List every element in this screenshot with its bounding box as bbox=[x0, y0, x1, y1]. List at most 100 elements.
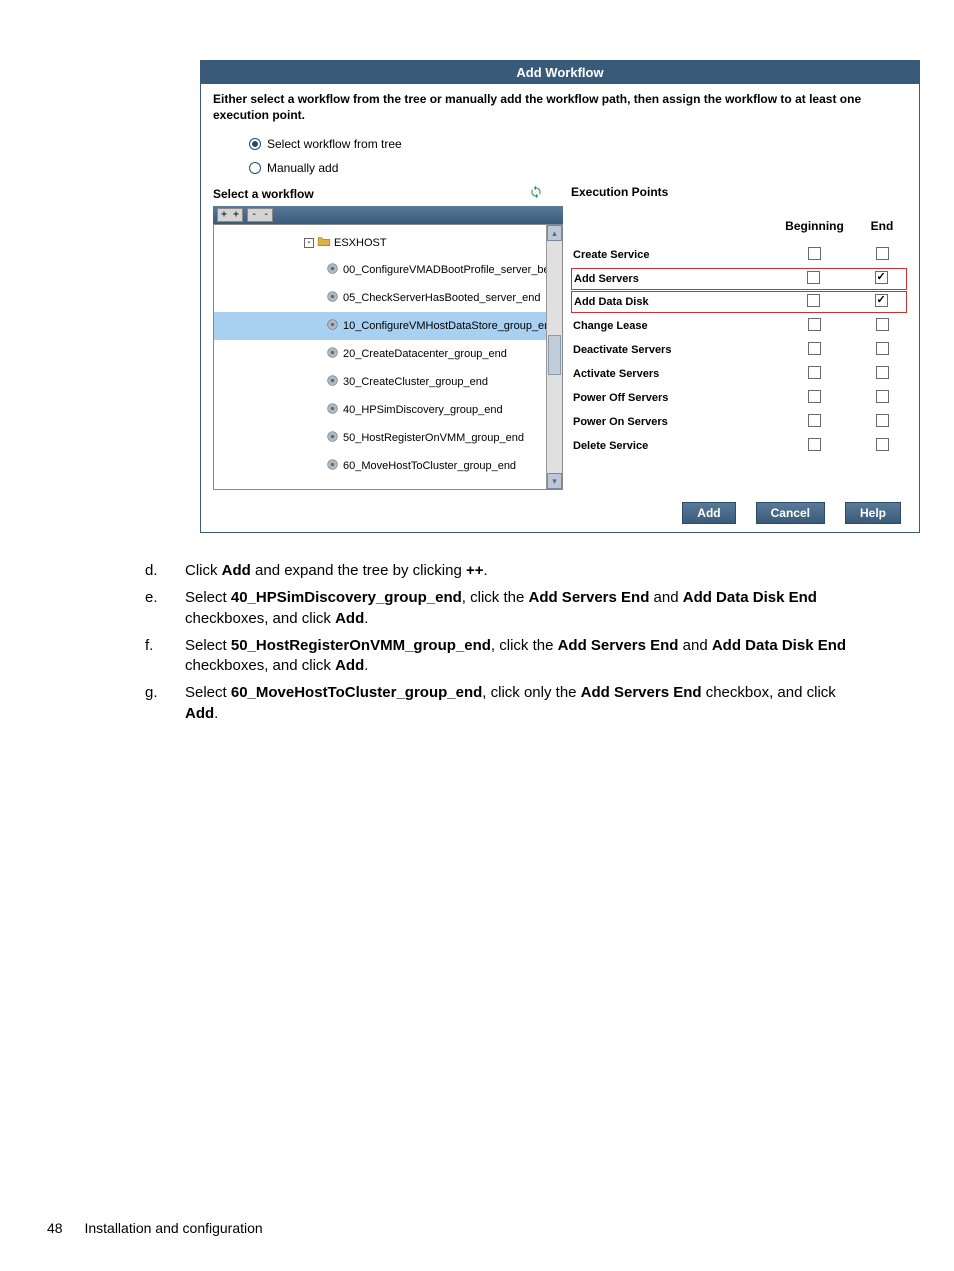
checkbox-beginning[interactable] bbox=[807, 271, 820, 284]
instruction-text: Select 40_HPSimDiscovery_group_end, clic… bbox=[185, 588, 909, 629]
page-section-title: Installation and configuration bbox=[84, 1220, 262, 1236]
exec-label: Create Service bbox=[571, 249, 772, 261]
checkbox-beginning[interactable] bbox=[808, 414, 821, 427]
scroll-down-icon[interactable]: ▾ bbox=[547, 473, 562, 489]
radio-icon bbox=[249, 138, 261, 150]
instruction-item: f.Select 50_HostRegisterOnVMM_group_end,… bbox=[145, 636, 909, 677]
cancel-button[interactable]: Cancel bbox=[756, 502, 825, 524]
col-end: End bbox=[857, 219, 907, 233]
gear-icon bbox=[326, 262, 343, 278]
exec-label: Power Off Servers bbox=[571, 392, 772, 404]
page-number: 48 bbox=[47, 1220, 63, 1236]
checkbox-end[interactable] bbox=[876, 414, 889, 427]
select-workflow-label: Select a workflow bbox=[213, 187, 314, 201]
instruction-item: g.Select 60_MoveHostToCluster_group_end,… bbox=[145, 683, 909, 724]
gear-icon bbox=[326, 402, 343, 418]
folder-icon bbox=[317, 235, 334, 250]
instruction-text: Select 50_HostRegisterOnVMM_group_end, c… bbox=[185, 636, 909, 677]
checkbox-beginning[interactable] bbox=[808, 247, 821, 260]
tree-node-label: 05_CheckServerHasBooted_server_end bbox=[343, 292, 541, 304]
checkbox-beginning[interactable] bbox=[808, 342, 821, 355]
checkbox-beginning[interactable] bbox=[807, 294, 820, 307]
gear-icon bbox=[326, 290, 343, 306]
execution-point-row: Delete Service bbox=[571, 434, 907, 458]
exec-label: Power On Servers bbox=[571, 416, 772, 428]
checkbox-end[interactable] bbox=[876, 342, 889, 355]
checkbox-end[interactable] bbox=[876, 318, 889, 331]
tree-node[interactable]: 50_HostRegisterOnVMM_group_end bbox=[214, 424, 546, 452]
expand-all-button[interactable]: + + bbox=[217, 208, 243, 222]
exec-label: Delete Service bbox=[571, 440, 772, 452]
exec-label: Activate Servers bbox=[571, 368, 772, 380]
tree-toolbar: + + - - bbox=[213, 206, 563, 224]
checkbox-end[interactable] bbox=[876, 438, 889, 451]
collapse-icon[interactable]: - bbox=[304, 238, 314, 248]
tree-node[interactable]: 60_MoveHostToCluster_group_end bbox=[214, 452, 546, 480]
radio-label: Manually add bbox=[267, 161, 338, 175]
tree-node[interactable]: 20_CreateDatacenter_group_end bbox=[214, 340, 546, 368]
instruction-text: Select 60_MoveHostToCluster_group_end, c… bbox=[185, 683, 909, 724]
checkbox-end[interactable] bbox=[875, 271, 888, 284]
tree-node[interactable]: 10_ConfigureVMHostDataStore_group_end bbox=[214, 312, 546, 340]
tree-node[interactable]: 05_CheckServerHasBooted_server_end bbox=[214, 284, 546, 312]
tree-node-label: 20_CreateDatacenter_group_end bbox=[343, 348, 507, 360]
execution-point-row: Create Service bbox=[571, 243, 907, 267]
add-button[interactable]: Add bbox=[682, 502, 735, 524]
instruction-text: Click Add and expand the tree by clickin… bbox=[185, 561, 909, 581]
checkbox-beginning[interactable] bbox=[808, 390, 821, 403]
collapse-all-button[interactable]: - - bbox=[247, 208, 273, 222]
gear-icon bbox=[326, 374, 343, 390]
execution-point-row: Deactivate Servers bbox=[571, 338, 907, 362]
tree-node-root[interactable]: - ESXHOST bbox=[214, 229, 546, 256]
refresh-icon[interactable] bbox=[529, 185, 543, 202]
radio-manually-add[interactable]: Manually add bbox=[249, 161, 907, 175]
execution-point-row: Power On Servers bbox=[571, 410, 907, 434]
exec-label: Deactivate Servers bbox=[571, 344, 772, 356]
execution-point-row: Add Data Disk bbox=[571, 291, 907, 313]
radio-label: Select workflow from tree bbox=[267, 137, 402, 151]
exec-label: Change Lease bbox=[571, 320, 772, 332]
scroll-up-icon[interactable]: ▴ bbox=[547, 225, 562, 241]
tree-node-label: 10_ConfigureVMHostDataStore_group_end bbox=[343, 320, 546, 332]
instructions-list: d.Click Add and expand the tree by click… bbox=[145, 561, 909, 724]
instruction-item: d.Click Add and expand the tree by click… bbox=[145, 561, 909, 581]
add-workflow-dialog: Add Workflow Either select a workflow fr… bbox=[200, 60, 920, 533]
tree-node-label: 00_ConfigureVMADBootProfile_server_beg bbox=[343, 264, 546, 276]
radio-select-from-tree[interactable]: Select workflow from tree bbox=[249, 137, 907, 151]
checkbox-end[interactable] bbox=[876, 247, 889, 260]
dialog-intro: Either select a workflow from the tree o… bbox=[213, 92, 907, 123]
tree-node[interactable]: 30_CreateCluster_group_end bbox=[214, 368, 546, 396]
page-footer: 48 Installation and configuration bbox=[47, 1220, 263, 1236]
tree-node-label: 30_CreateCluster_group_end bbox=[343, 376, 488, 388]
tree-node-label: 60_MoveHostToCluster_group_end bbox=[343, 460, 516, 472]
exec-label: Add Data Disk bbox=[572, 296, 771, 308]
gear-icon bbox=[326, 346, 343, 362]
instruction-letter: e. bbox=[145, 588, 185, 629]
execution-point-row: Activate Servers bbox=[571, 362, 907, 386]
checkbox-beginning[interactable] bbox=[808, 318, 821, 331]
radio-icon bbox=[249, 162, 261, 174]
checkbox-end[interactable] bbox=[876, 366, 889, 379]
gear-icon bbox=[326, 318, 343, 334]
gear-icon bbox=[326, 430, 343, 446]
checkbox-beginning[interactable] bbox=[808, 438, 821, 451]
gear-icon bbox=[326, 458, 343, 474]
checkbox-end[interactable] bbox=[876, 390, 889, 403]
tree-node[interactable]: 40_HPSimDiscovery_group_end bbox=[214, 396, 546, 424]
scroll-thumb[interactable] bbox=[548, 335, 561, 375]
tree-node-label: 50_HostRegisterOnVMM_group_end bbox=[343, 432, 524, 444]
col-beginning: Beginning bbox=[772, 219, 857, 233]
tree-node-label: 40_HPSimDiscovery_group_end bbox=[343, 404, 503, 416]
scrollbar[interactable]: ▴ ▾ bbox=[546, 225, 562, 489]
instruction-letter: d. bbox=[145, 561, 185, 581]
instruction-item: e.Select 40_HPSimDiscovery_group_end, cl… bbox=[145, 588, 909, 629]
instruction-letter: g. bbox=[145, 683, 185, 724]
exec-label: Add Servers bbox=[572, 273, 771, 285]
workflow-tree: - ESXHOST 00_ConfigureVMADBootProfile_se… bbox=[213, 224, 563, 490]
checkbox-beginning[interactable] bbox=[808, 366, 821, 379]
execution-point-row: Change Lease bbox=[571, 314, 907, 338]
dialog-title: Add Workflow bbox=[201, 61, 919, 84]
help-button[interactable]: Help bbox=[845, 502, 901, 524]
checkbox-end[interactable] bbox=[875, 294, 888, 307]
tree-node[interactable]: 00_ConfigureVMADBootProfile_server_beg bbox=[214, 256, 546, 284]
